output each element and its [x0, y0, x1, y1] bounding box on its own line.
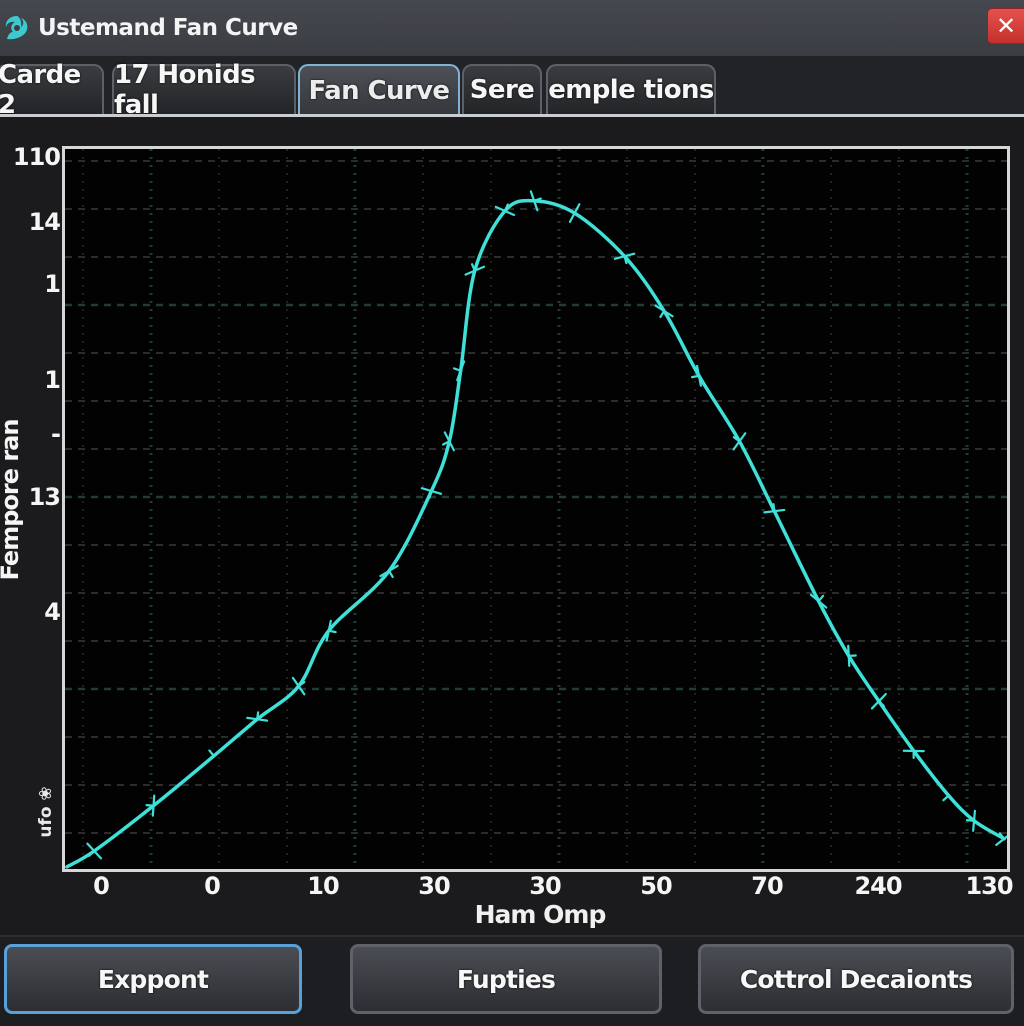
tab-emple-tions[interactable]: emple tions — [546, 64, 716, 114]
title-bar: Ustemand Fan Curve ✕ — [0, 0, 1024, 56]
y-tick-label: 1 — [44, 270, 61, 299]
curve-point-marker[interactable] — [902, 749, 925, 760]
swirl-fan-icon — [5, 16, 28, 40]
window-title: Ustemand Fan Curve — [38, 15, 298, 41]
control-button-label: Cottrol Decaionts — [739, 964, 973, 994]
y-tick-label: 13 — [28, 483, 61, 512]
x-tick-label: 30 — [529, 872, 561, 900]
tab-fan-curve[interactable]: Fan Curve — [298, 64, 460, 116]
tab-label: 17 Honids fall — [114, 60, 256, 120]
x-tick-label: 130 — [965, 872, 1013, 900]
x-tick-label: 70 — [751, 872, 783, 900]
tab-sere[interactable]: Sere — [462, 64, 542, 114]
y-tick-label: 1 — [44, 365, 61, 394]
x-tick-label: 240 — [854, 872, 902, 900]
close-button[interactable]: ✕ — [987, 8, 1024, 44]
x-tick-label: 0 — [204, 872, 221, 900]
export-button[interactable]: Exppont — [4, 944, 302, 1014]
curve-point-marker[interactable] — [940, 787, 957, 805]
curve-point-marker[interactable] — [204, 748, 223, 764]
properties-button[interactable]: Fupties — [350, 944, 662, 1014]
y-tick-label: 110 — [12, 143, 61, 172]
tab-carde-2[interactable]: Carde 2 — [0, 60, 104, 120]
curve-point-marker[interactable] — [452, 360, 466, 382]
x-axis-label: Ham Omp — [474, 900, 607, 929]
close-icon: ✕ — [995, 12, 1017, 40]
export-button-label: Exppont — [97, 964, 209, 994]
curve-point-marker[interactable] — [654, 304, 674, 319]
y-tick-label: 14 — [28, 208, 61, 237]
y-tick-label: 4 — [44, 597, 61, 626]
fan-curve-line — [65, 198, 1006, 869]
tab-label: Sere — [469, 75, 535, 105]
y-tick-label: - — [51, 419, 61, 448]
fan-curve-chart[interactable] — [65, 149, 1007, 869]
control-button[interactable]: Cottrol Decaionts — [698, 944, 1014, 1014]
x-tick-label: 0 — [93, 872, 110, 900]
tab-label: Fan Curve — [308, 76, 451, 106]
tab-label: Carde 2 — [0, 60, 81, 120]
x-tick-label: 50 — [640, 872, 672, 900]
curve-point-marker[interactable] — [763, 503, 786, 514]
tab-honids-fall[interactable]: 17 Honids fall — [112, 60, 296, 120]
x-tick-label: 10 — [307, 872, 339, 900]
curve-point-marker[interactable] — [379, 564, 399, 579]
y-axis-minor-label: ufo ❀ — [36, 786, 56, 838]
curve-point-marker[interactable] — [809, 593, 828, 609]
tab-label: emple tions — [548, 75, 714, 105]
x-tick-label: 30 — [418, 872, 450, 900]
properties-button-label: Fupties — [456, 964, 556, 994]
y-axis-label: Fempore ran — [0, 419, 24, 581]
